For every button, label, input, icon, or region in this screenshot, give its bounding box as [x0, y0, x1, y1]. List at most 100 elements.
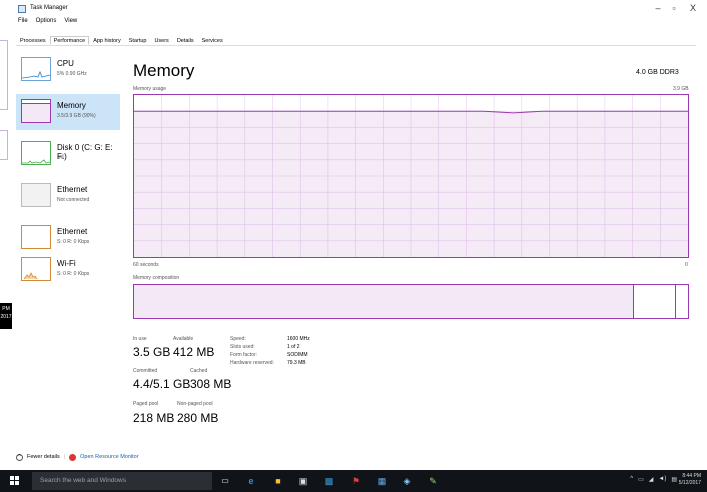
- wifi-graph-thumbnail: [21, 257, 51, 281]
- chevron-up-icon[interactable]: ^: [16, 453, 23, 461]
- page-title: Memory: [133, 61, 195, 80]
- pdf-reader-icon[interactable]: ⚑: [350, 475, 362, 487]
- menu-bar: File Options View: [18, 18, 77, 28]
- taskbar-search-box[interactable]: Search the web and Windows: [32, 472, 212, 490]
- memory-usage-graph: [134, 95, 688, 257]
- sidebar-item-disk[interactable]: Disk 0 (C: G: E: F:) 3%: [16, 136, 120, 172]
- slots-label: Slots used:: [230, 344, 255, 350]
- form-factor-value: SODIMM: [287, 352, 308, 358]
- bg-window-box: [0, 130, 8, 160]
- non-paged-pool-label: Non-paged pool: [177, 401, 213, 407]
- non-paged-pool-value: 280 MB: [177, 411, 219, 425]
- sidebar-item-value: 5% 0.90 GHz: [57, 71, 87, 77]
- memory-usage-chart: [133, 94, 689, 258]
- cpu-graph-thumbnail: [21, 57, 51, 81]
- sidebar-item-label: Disk 0 (C: G: E: F:): [57, 143, 113, 161]
- sidebar-item-ethernet-2[interactable]: Ethernet S: 0 R: 0 Kbps: [16, 220, 120, 256]
- sidebar-item-value: Not connected: [57, 197, 90, 203]
- sidebar-item-memory[interactable]: Memory 3.5/3.9 GB (90%): [16, 94, 120, 130]
- clock-time: 8:44 PM: [682, 473, 701, 479]
- cached-value: 308 MB: [190, 377, 232, 391]
- menu-file[interactable]: File: [18, 18, 28, 28]
- sidebar-item-value: S: 0 R: 0 Kbps: [57, 271, 90, 277]
- background-window-edge: PM 2017: [0, 0, 12, 470]
- in-use-value: 3.5 GB: [133, 345, 171, 359]
- available-value: 412 MB: [173, 345, 215, 359]
- sidebar-item-cpu[interactable]: CPU 5% 0.90 GHz: [16, 52, 120, 88]
- slots-value: 1 of 2: [287, 344, 300, 350]
- tab-users[interactable]: Users: [150, 36, 172, 45]
- task-view-icon[interactable]: ▭: [219, 475, 231, 487]
- sidebar-item-value: 3%: [57, 155, 65, 161]
- memory-usage-max: 3.9 GB: [673, 86, 689, 92]
- app-icon[interactable]: ▩: [323, 475, 335, 487]
- sidebar-item-wifi[interactable]: Wi-Fi S: 0 R: 0 Kbps: [16, 252, 120, 288]
- menu-view[interactable]: View: [64, 18, 77, 28]
- chart-time-span: 60 seconds: [133, 262, 159, 268]
- windows-start-icon[interactable]: [10, 476, 20, 486]
- task-manager-taskbar-icon[interactable]: ▦: [376, 475, 388, 487]
- memory-usage-area: [134, 111, 688, 257]
- tab-bar: Processes Performance App history Startu…: [16, 36, 696, 46]
- app-icon[interactable]: ◈: [401, 475, 413, 487]
- paged-pool-label: Paged pool: [133, 401, 159, 407]
- performance-sidebar: CPU 5% 0.90 GHz Memory 3.5/3.9 GB (90%) …: [16, 52, 120, 281]
- hw-reserved-value: 79.3 MB: [287, 360, 306, 366]
- chart-zero-label: 0: [685, 262, 688, 268]
- memory-composition-bar: [133, 284, 689, 319]
- disk-graph-thumbnail: [21, 141, 51, 165]
- open-resource-monitor-link[interactable]: Open Resource Monitor: [80, 454, 138, 460]
- tab-services[interactable]: Services: [198, 36, 227, 45]
- wifi-icon[interactable]: ◢: [649, 476, 654, 483]
- resource-monitor-icon: [69, 453, 77, 461]
- available-label: Available: [173, 336, 194, 342]
- task-manager-icon: [18, 5, 26, 13]
- form-factor-label: Form factor:: [230, 352, 257, 358]
- committed-label: Committed: [133, 368, 158, 374]
- menu-options[interactable]: Options: [36, 18, 57, 28]
- store-icon[interactable]: ▣: [297, 475, 309, 487]
- maximize-button[interactable]: ▫: [664, 3, 684, 13]
- in-use-label: In use: [133, 336, 147, 342]
- speed-label: Speed:: [230, 336, 246, 342]
- hw-reserved-label: Hardware reserved:: [230, 360, 274, 366]
- composition-standby: [634, 285, 676, 318]
- tab-app-history[interactable]: App history: [89, 36, 125, 45]
- sidebar-item-label: Ethernet: [57, 185, 88, 194]
- clock-date: 5/12/2017: [678, 480, 701, 486]
- sidebar-item-label: CPU: [57, 59, 74, 68]
- sidebar-item-value: S: 0 R: 0 Kbps: [57, 239, 90, 245]
- taskbar-clock[interactable]: 8:44 PM 5/12/2017: [679, 473, 701, 487]
- bg-clock-text: PM 2017: [0, 303, 12, 329]
- notification-icon[interactable]: ▤: [671, 476, 677, 483]
- close-button[interactable]: X: [683, 3, 703, 13]
- system-tray: ^ ▭ ◢ ◄) ▤: [630, 476, 677, 483]
- edge-browser-icon[interactable]: e: [245, 475, 257, 487]
- memory-composition-label: Memory composition: [133, 275, 180, 281]
- speed-value: 1600 MHz: [287, 336, 310, 342]
- cached-label: Cached: [190, 368, 208, 374]
- file-explorer-icon[interactable]: ■: [272, 475, 284, 487]
- sidebar-item-value: 3.5/3.9 GB (90%): [57, 113, 96, 119]
- sidebar-item-label: Ethernet: [57, 227, 88, 236]
- committed-value: 4.4/5.1 GB: [133, 377, 191, 391]
- bg-window-box: [0, 40, 8, 110]
- paint-icon[interactable]: ✎: [427, 475, 439, 487]
- battery-icon[interactable]: ▭: [638, 476, 644, 483]
- footer: ^ Fewer details | Open Resource Monitor: [16, 452, 139, 462]
- volume-icon[interactable]: ◄): [658, 476, 666, 483]
- title-bar[interactable]: Task Manager – ▫ X: [12, 2, 702, 18]
- sidebar-item-label: Memory: [57, 101, 86, 110]
- sidebar-item-ethernet-1[interactable]: Ethernet Not connected: [16, 178, 120, 214]
- tab-performance[interactable]: Performance: [49, 36, 90, 45]
- paged-pool-value: 218 MB: [133, 411, 175, 425]
- ethernet-graph-thumbnail: [21, 183, 51, 207]
- fewer-details-link[interactable]: Fewer details: [27, 454, 60, 460]
- tab-startup[interactable]: Startup: [125, 36, 151, 45]
- footer-divider: |: [63, 454, 66, 460]
- composition-in-use: [134, 285, 634, 318]
- tab-processes[interactable]: Processes: [16, 36, 50, 45]
- chevron-up-icon[interactable]: ^: [630, 476, 633, 483]
- window-title: Task Manager: [30, 5, 68, 11]
- tab-details[interactable]: Details: [173, 36, 198, 45]
